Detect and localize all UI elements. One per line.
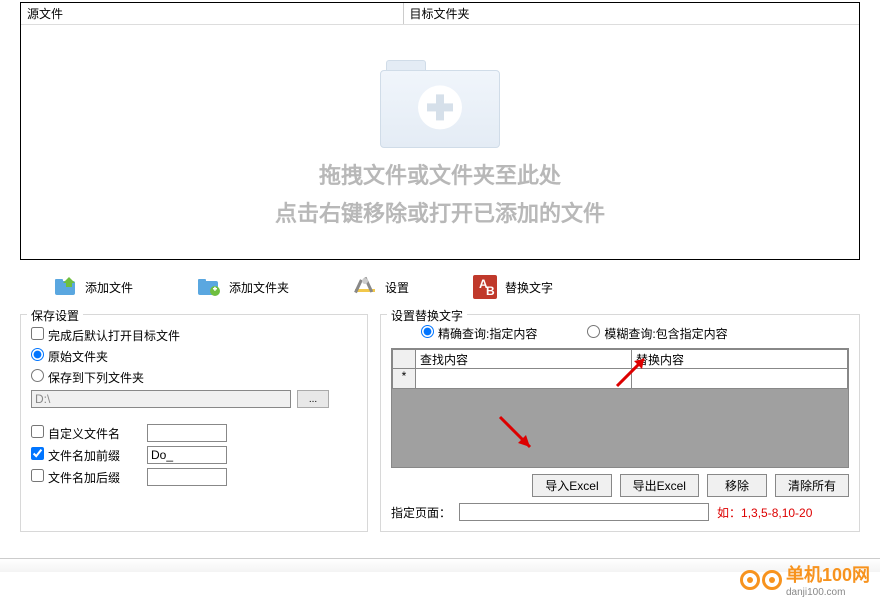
save-path-input	[31, 390, 291, 408]
save-settings-group: 保存设置 完成后默认打开目标文件 原始文件夹 保存到下列文件夹 ... 自定义文…	[20, 314, 368, 532]
grid-col-replace[interactable]: 替换内容	[632, 349, 848, 369]
grid-cell-replace[interactable]	[632, 369, 848, 389]
replace-settings-group: 设置替换文字 精确查询:指定内容 模糊查询:包含指定内容 查找内容 替换内容 *…	[380, 314, 860, 532]
annotation-arrow-icon	[492, 409, 542, 459]
replace-settings-legend: 设置替换文字	[387, 307, 467, 324]
watermark-url: danji100.com	[786, 587, 870, 598]
replace-text-label: 替换文字	[505, 279, 553, 296]
settings-icon	[351, 273, 379, 301]
add-file-button[interactable]: 添加文件	[40, 268, 144, 306]
prefix-checkbox[interactable]: 文件名加前缀	[31, 447, 141, 464]
watermark-logo-icon	[762, 570, 782, 590]
file-drop-area[interactable]: 源文件 目标文件夹 拖拽文件或文件夹至此处 点击右键移除或打开已添加的文件	[20, 2, 860, 260]
replace-grid[interactable]: 查找内容 替换内容 *	[391, 348, 849, 468]
prefix-input[interactable]	[147, 446, 227, 464]
replace-text-button[interactable]: AB 替换文字	[460, 268, 564, 306]
exact-match-radio[interactable]: 精确查询:指定内容	[421, 325, 537, 342]
original-folder-radio[interactable]: 原始文件夹	[31, 348, 108, 365]
add-folder-button[interactable]: 添加文件夹	[184, 268, 300, 306]
suffix-checkbox[interactable]: 文件名加后缀	[31, 469, 141, 486]
watermark-logo-icon	[740, 570, 760, 590]
grid-row-marker[interactable]: *	[392, 369, 416, 389]
import-excel-button[interactable]: 导入Excel	[532, 474, 611, 497]
clear-all-button[interactable]: 清除所有	[775, 474, 849, 497]
open-after-done-checkbox[interactable]: 完成后默认打开目标文件	[31, 327, 180, 344]
grid-corner	[392, 349, 416, 369]
column-source-file[interactable]: 源文件	[21, 3, 404, 24]
page-hint: 如：1,3,5-8,10-20	[717, 504, 812, 521]
watermark: 单机100网 danji100.com	[740, 561, 870, 598]
add-file-icon	[51, 273, 79, 301]
settings-button[interactable]: 设置	[340, 268, 420, 306]
custom-filename-checkbox[interactable]: 自定义文件名	[31, 425, 141, 442]
add-file-label: 添加文件	[85, 279, 133, 296]
drop-headers: 源文件 目标文件夹	[21, 3, 859, 25]
browse-button[interactable]: ...	[297, 390, 329, 408]
save-settings-legend: 保存设置	[27, 307, 83, 324]
remove-button[interactable]: 移除	[707, 474, 767, 497]
fuzzy-match-radio[interactable]: 模糊查询:包含指定内容	[587, 325, 727, 342]
drop-placeholder: 拖拽文件或文件夹至此处 点击右键移除或打开已添加的文件	[21, 27, 859, 259]
save-to-folder-radio[interactable]: 保存到下列文件夹	[31, 369, 144, 386]
drop-hint-2: 点击右键移除或打开已添加的文件	[275, 196, 605, 228]
folder-plus-icon	[380, 58, 500, 148]
replace-text-icon: AB	[471, 273, 499, 301]
page-range-input[interactable]	[459, 503, 709, 521]
svg-text:B: B	[486, 284, 495, 298]
column-target-folder[interactable]: 目标文件夹	[404, 3, 859, 24]
custom-filename-input[interactable]	[147, 424, 227, 442]
settings-label: 设置	[385, 279, 409, 296]
grid-cell-find[interactable]	[416, 369, 632, 389]
suffix-input[interactable]	[147, 468, 227, 486]
watermark-name: 单机100网	[786, 561, 870, 587]
page-label: 指定页面：	[391, 504, 451, 521]
add-folder-label: 添加文件夹	[229, 279, 289, 296]
drop-hint-1: 拖拽文件或文件夹至此处	[319, 158, 561, 190]
export-excel-button[interactable]: 导出Excel	[620, 474, 699, 497]
add-folder-icon	[195, 273, 223, 301]
grid-col-find[interactable]: 查找内容	[416, 349, 632, 369]
